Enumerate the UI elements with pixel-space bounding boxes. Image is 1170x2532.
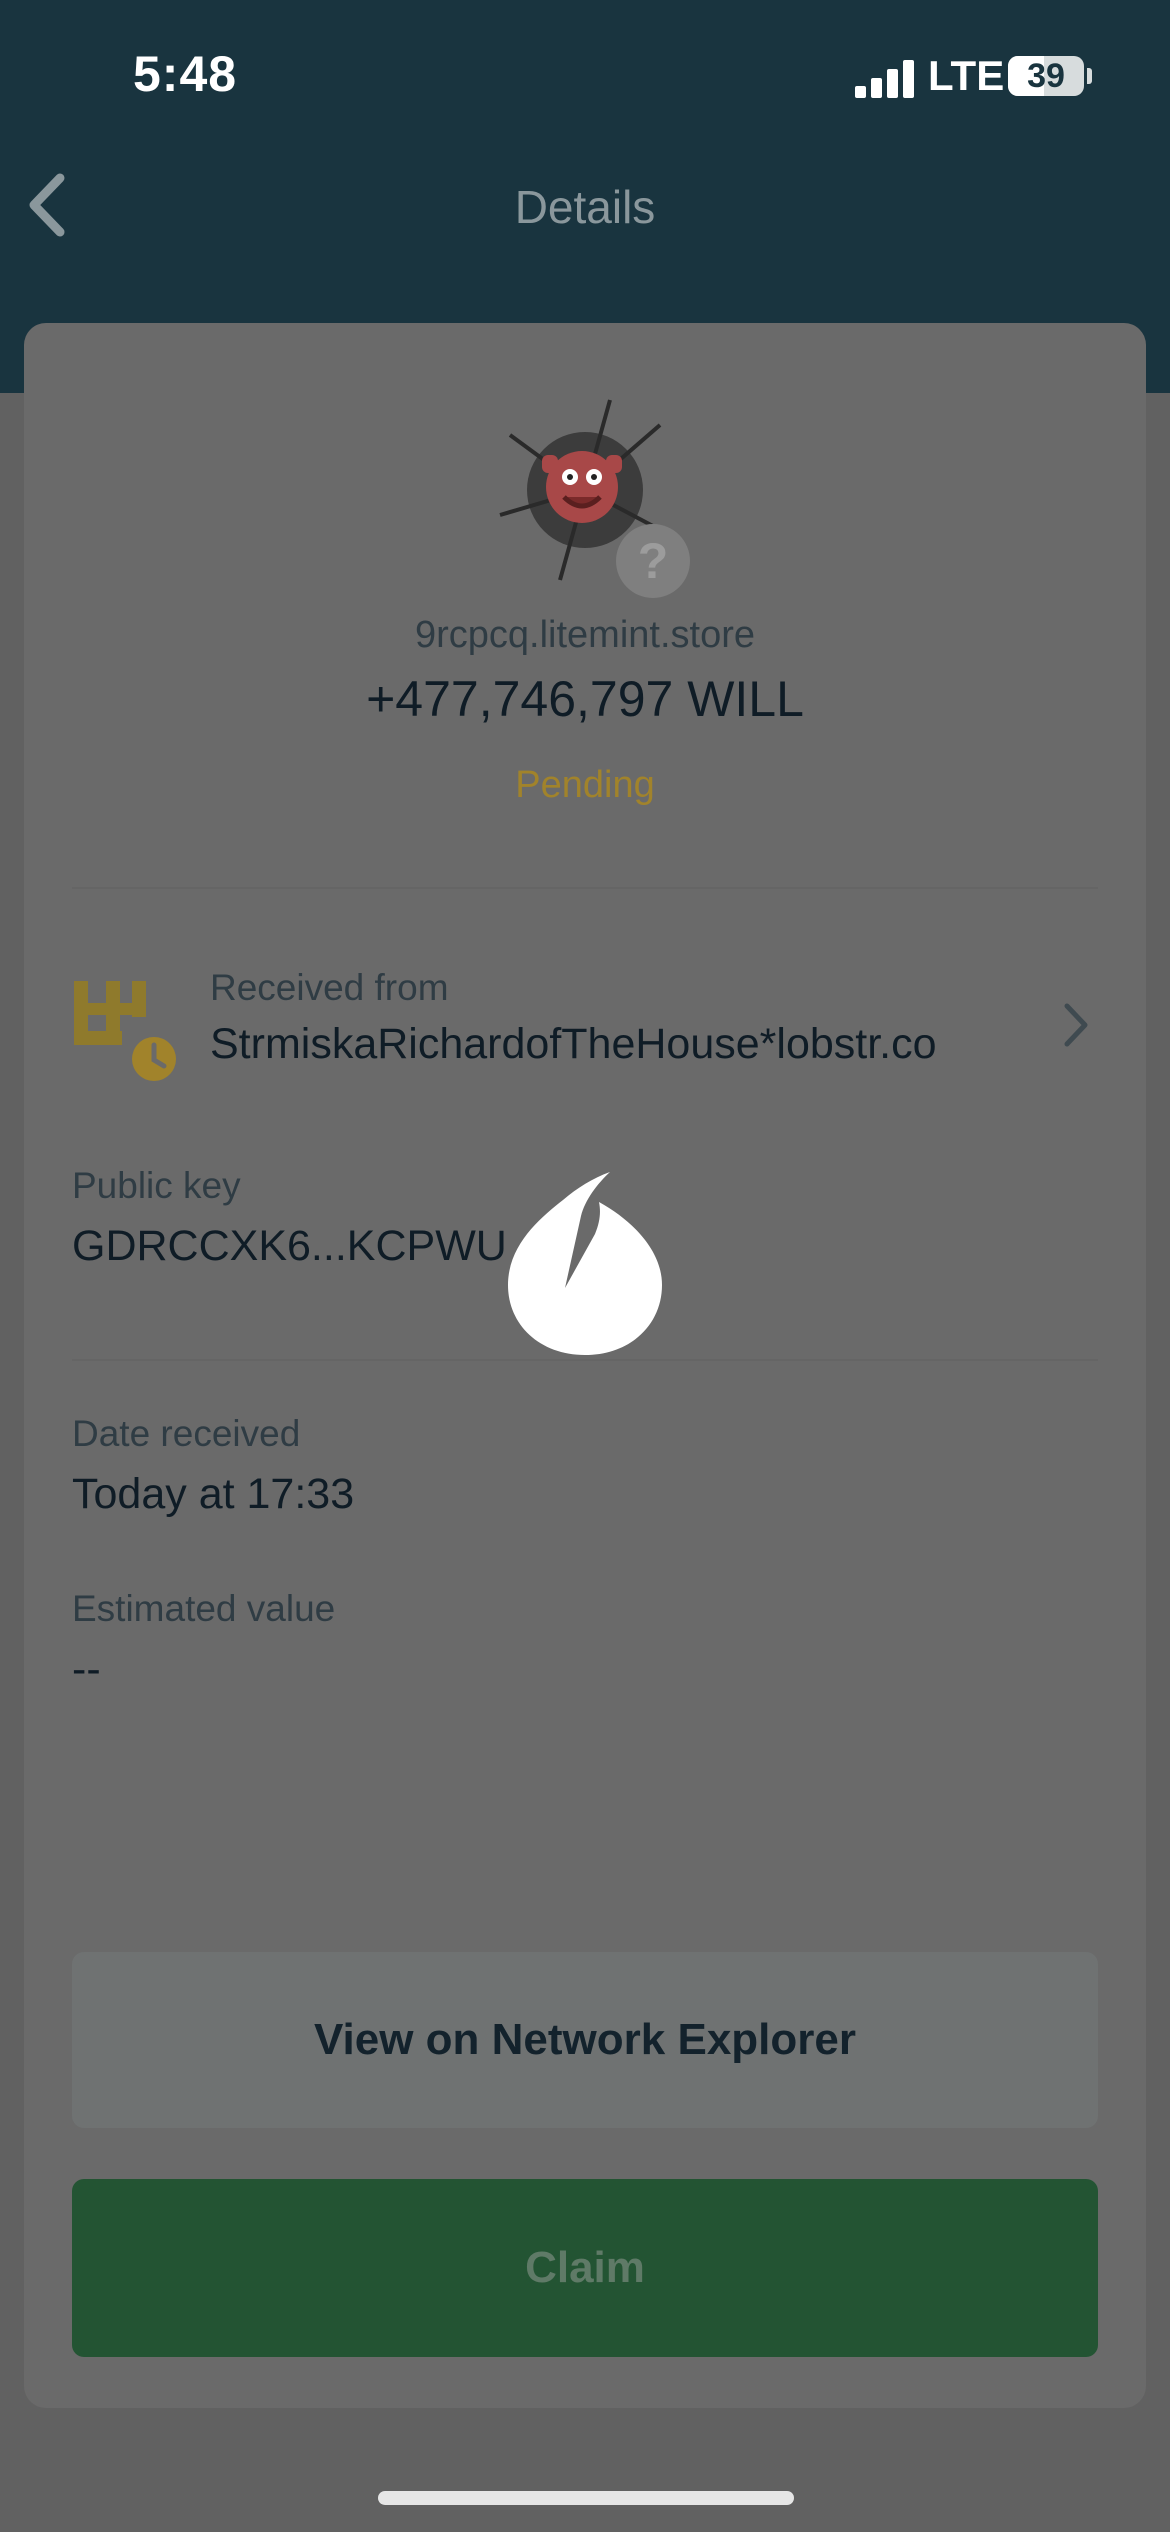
- date-label: Date received: [72, 1413, 301, 1454]
- public-key-value[interactable]: GDRCCXK6...KCPWU Y: [72, 1222, 571, 1271]
- claim-button[interactable]: Claim: [72, 2179, 1098, 2357]
- asset-amount: +477,746,797 WILL: [366, 671, 804, 727]
- public-key-label: Public key: [72, 1165, 241, 1206]
- sender-label: Received from: [210, 967, 449, 1008]
- battery-tip: [1087, 68, 1092, 84]
- view-network-explorer-button[interactable]: View on Network Explorer: [72, 1952, 1098, 2128]
- question-mark-icon: ?: [616, 524, 690, 598]
- battery-icon: 39: [1008, 56, 1084, 96]
- account-pending-icon: [70, 975, 180, 1085]
- date-value: Today at 17:33: [72, 1470, 355, 1518]
- signal-icon: [855, 58, 915, 98]
- home-indicator[interactable]: [378, 2491, 794, 2505]
- chevron-right-icon: [1055, 1000, 1095, 1050]
- status-time: 5:48: [133, 46, 238, 102]
- status-bar: 5:48 LTE 39: [0, 0, 1170, 150]
- battery-level: 39: [1027, 57, 1065, 95]
- loading-spinner-icon: [505, 1170, 665, 1360]
- estimated-value: --: [72, 1645, 101, 1693]
- page-title: Details: [514, 181, 656, 233]
- estimated-value-label: Estimated value: [72, 1588, 336, 1629]
- network-type: LTE: [928, 52, 1005, 99]
- sender-value: StrmiskaRichardofTheHouse*lobstr.co: [210, 1020, 937, 1068]
- status-badge: Pending: [515, 764, 655, 806]
- divider: [72, 887, 1098, 889]
- asset-domain: 9rcpcq.litemint.store: [414, 614, 755, 656]
